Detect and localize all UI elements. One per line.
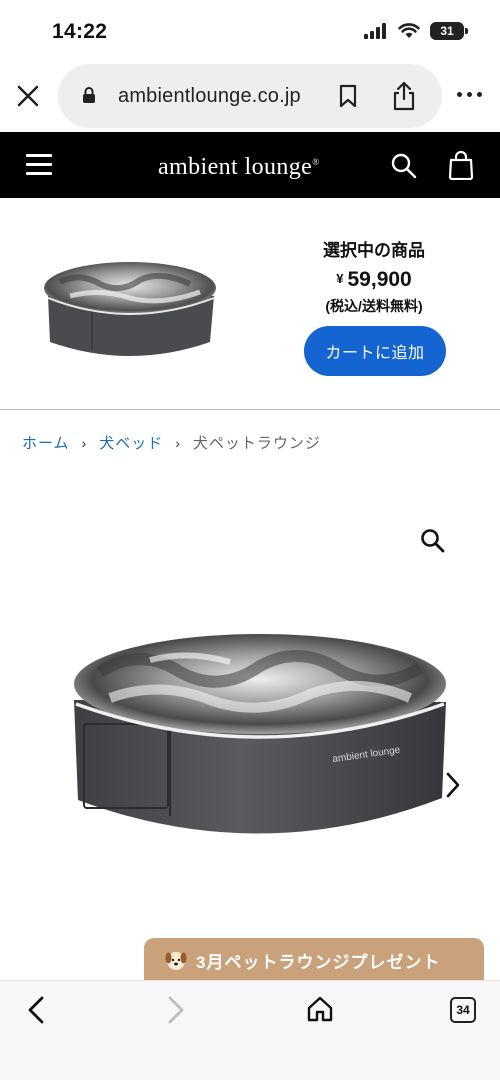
- promo-label: 3月ペットラウンジプレゼント: [196, 952, 441, 972]
- status-bar: 14:22 31: [0, 0, 500, 60]
- forward-icon[interactable]: [164, 995, 188, 1025]
- url-text[interactable]: ambientlounge.co.jp: [118, 85, 301, 108]
- zoom-icon[interactable]: [420, 528, 446, 554]
- breadcrumb-home[interactable]: ホーム: [22, 432, 70, 453]
- breadcrumb: ホーム › 犬ベッド › 犬ペットラウンジ: [22, 432, 321, 453]
- product-price: ¥59,900: [300, 268, 448, 292]
- chevron-right-icon[interactable]: [444, 770, 462, 800]
- logo-text: ambient lounge: [158, 154, 313, 180]
- site-logo[interactable]: ambient lounge®: [158, 154, 319, 181]
- bookmark-icon[interactable]: [338, 84, 358, 108]
- add-to-cart-button[interactable]: カートに追加: [304, 326, 446, 376]
- selected-product-title: 選択中の商品: [323, 241, 425, 260]
- close-icon[interactable]: [14, 82, 42, 110]
- hamburger-menu-icon[interactable]: [26, 154, 52, 175]
- back-icon[interactable]: [24, 995, 48, 1025]
- chevron-right-icon: ›: [81, 434, 88, 451]
- cellular-signal-icon: [364, 23, 386, 39]
- price-value: 59,900: [347, 268, 412, 291]
- currency-symbol: ¥: [336, 271, 344, 286]
- selected-product-panel: 選択中の商品 ¥59,900 (税込/送料無料) カートに追加: [0, 198, 500, 410]
- product-main-image[interactable]: ambient lounge: [70, 620, 450, 870]
- logo-mark: ®: [312, 157, 320, 167]
- battery-icon: 31: [430, 22, 468, 40]
- share-icon[interactable]: [392, 81, 416, 111]
- address-bar[interactable]: ambientlounge.co.jp: [58, 64, 442, 128]
- product-thumbnail: [44, 262, 216, 356]
- status-icons: 31: [364, 22, 468, 40]
- status-time: 14:22: [52, 20, 108, 43]
- browser-toolbar: ambientlounge.co.jp: [0, 62, 500, 130]
- more-options-icon[interactable]: [457, 92, 482, 97]
- site-header: ambient lounge®: [0, 132, 500, 198]
- wifi-icon: [398, 23, 420, 38]
- tabs-count-button[interactable]: 34: [450, 997, 476, 1023]
- chevron-right-icon: ›: [175, 434, 181, 451]
- lock-icon: [83, 87, 95, 103]
- promo-banner[interactable]: 3月ペットラウンジプレゼント: [144, 938, 484, 982]
- dog-icon: [165, 952, 187, 970]
- shopping-bag-icon[interactable]: [448, 150, 474, 180]
- search-icon[interactable]: [390, 152, 418, 180]
- breadcrumb-category[interactable]: 犬ベッド: [99, 432, 163, 453]
- browser-bottom-toolbar: 34: [0, 980, 500, 1080]
- breadcrumb-current: 犬ペットラウンジ: [192, 435, 321, 452]
- home-icon[interactable]: [306, 995, 334, 1023]
- tax-note: (税込/送料無料): [325, 298, 423, 314]
